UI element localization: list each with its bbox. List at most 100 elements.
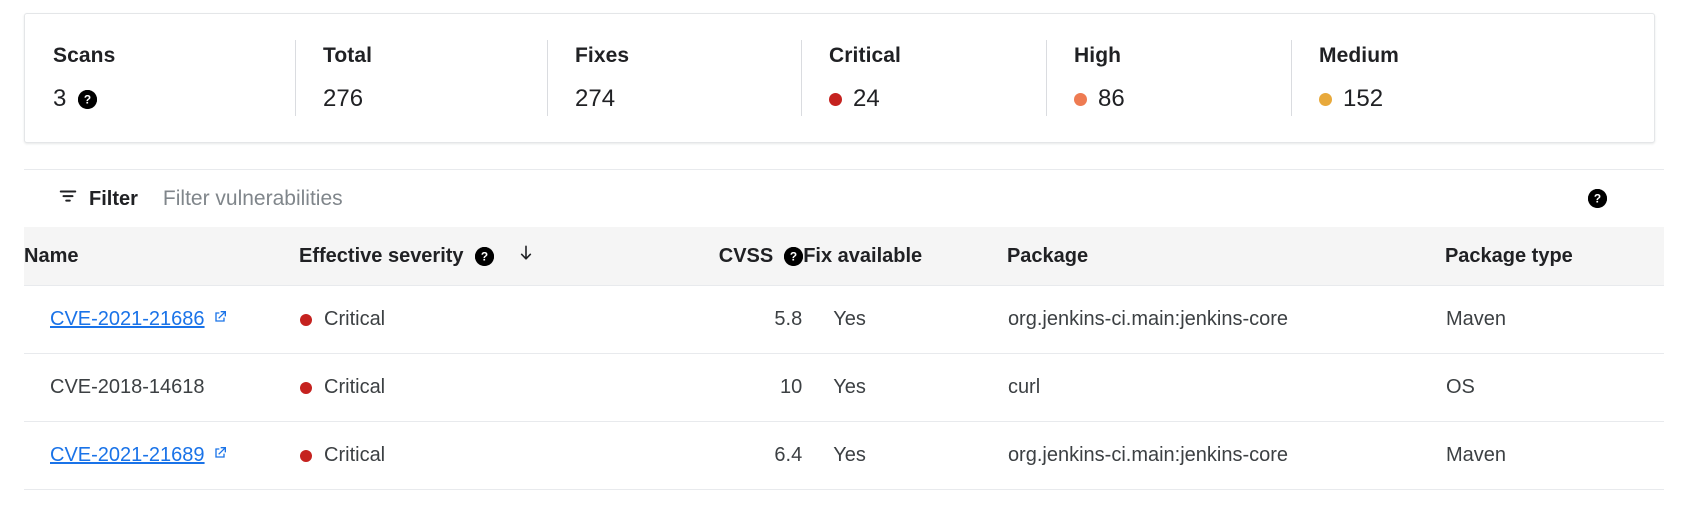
cve-link[interactable]: CVE-2021-21686 [50,308,228,331]
severity-label: Critical [324,376,386,398]
column-header-fix[interactable]: Fix available [803,227,1007,286]
svg-text:?: ? [480,249,487,263]
cell-severity: Critical [299,421,646,490]
cell-fix-available: Yes [803,421,1007,490]
svg-text:?: ? [790,249,797,263]
cell-package-type: OS [1444,353,1664,422]
summary-stat-value-row: 24 [829,87,1046,111]
column-header-label: Package [1006,244,1089,267]
column-header-severity[interactable]: Effective severity? [299,227,646,286]
cve-link[interactable]: CVE-2021-21689 [50,444,228,467]
column-header-package_type[interactable]: Package type [1444,227,1664,286]
help-icon[interactable]: ? [78,89,98,109]
sort-arrow-down-icon[interactable] [516,242,536,270]
filter-icon [57,185,79,212]
severity-badge: Critical [300,308,644,331]
severity-badge: Critical [300,444,644,467]
summary-stat-critical: Critical 24 [801,14,1046,142]
cell-fix-available: Yes [803,353,1007,422]
cell-severity: Critical [299,353,646,422]
cve-label: CVE-2018-14618 [50,376,205,398]
external-link-icon[interactable] [212,308,228,331]
summary-stat-scans: Scans 3? [25,14,295,142]
filter-bar: Filter ? [24,169,1664,227]
column-header-inner: Effective severity? [299,242,645,270]
column-header-inner: Fix available [803,245,1007,268]
severity-dot [1319,92,1332,106]
severity-label: Critical [324,308,386,330]
vulnerabilities-page: Scans 3? Total 276 Fixes 274 Critical 24 High 86 M… [0,0,1688,516]
summary-stat-value-row: 152 [1319,87,1561,111]
help-icon[interactable]: ? [784,246,804,266]
filter-button-label: Filter [89,187,138,210]
help-icon[interactable]: ? [1588,189,1607,208]
summary-stat-high: High 86 [1046,14,1291,142]
cell-cvss: 6.4 [645,421,804,490]
summary-stat-label: Scans [53,44,116,67]
summary-stat-value: 24 [853,85,880,112]
cell-name: CVE-2021-21686 [24,285,300,354]
severity-dot [1074,92,1087,106]
severity-dot [300,381,313,394]
severity-dot [829,92,842,106]
severity-label: Critical [324,444,386,466]
svg-text:?: ? [1594,192,1601,206]
summary-stat-label: Medium [1319,44,1399,67]
filter-input[interactable] [162,186,763,211]
column-header-inner: Package [1007,245,1445,268]
summary-stat-total: Total 276 [295,14,547,142]
table-row[interactable]: CVE-2021-21686 Critical 5.8 Yes org.jenkins-… [24,285,1664,354]
cell-cvss: 10 [645,353,804,422]
filter-button[interactable]: Filter [57,185,138,212]
cell-package: org.jenkins-ci.main:jenkins-core [1006,421,1445,490]
summary-stat-label: Fixes [575,44,630,67]
severity-badge: Critical [300,376,644,399]
column-header-inner: CVSS? [645,245,804,268]
table-body: CVE-2021-21686 Critical 5.8 Yes org.jenkins-… [24,285,1664,490]
cell-package-type: Maven [1444,285,1664,354]
cell-severity: Critical [299,285,646,354]
summary-stat-value-row: 276 [323,87,547,111]
summary-card: Scans 3? Total 276 Fixes 274 Critical 24 High 86 M… [24,13,1655,143]
cell-name: CVE-2018-14618 [24,353,300,422]
column-header-name[interactable]: Name [24,227,300,286]
cve-link-label: CVE-2021-21686 [50,308,205,330]
cell-cvss: 5.8 [645,285,804,354]
column-header-label: Package type [1444,244,1573,267]
table-header-row: Name Effective severity? CVSS? Fix availabl… [24,227,1664,286]
summary-stat-label: Total [323,44,373,67]
table-row[interactable]: CVE-2018-14618 Critical 10 Yes curl OS [24,353,1664,422]
summary-stat-value: 276 [323,85,364,112]
summary-stat-label: High [1074,44,1122,67]
summary-stat-fixes: Fixes 274 [547,14,801,142]
summary-stat-medium: Medium 152 [1291,14,1561,142]
cell-package: curl [1006,353,1445,422]
column-header-label: Fix available [803,244,923,267]
cell-package-type: Maven [1444,421,1664,490]
column-header-package[interactable]: Package [1006,227,1445,286]
severity-dot [300,449,313,462]
severity-dot [300,313,313,326]
column-header-cvss[interactable]: CVSS? [645,227,804,286]
svg-text:?: ? [84,92,91,106]
summary-stat-label: Critical [829,44,901,67]
summary-stat-value: 274 [575,85,616,112]
table-row[interactable]: CVE-2021-21689 Critical 6.4 Yes org.jenkins-… [24,421,1664,490]
summary-stat-value: 3 [53,85,67,112]
summary-stat-value: 152 [1343,85,1384,112]
table-header: Name Effective severity? CVSS? Fix availabl… [24,227,1664,286]
column-header-label: Effective severity [299,244,464,267]
cell-package: org.jenkins-ci.main:jenkins-core [1006,285,1445,354]
column-header-label: Name [24,244,79,267]
help-icon[interactable]: ? [474,246,494,266]
column-header-inner: Package type [1445,245,1664,268]
external-link-icon[interactable] [212,444,228,467]
summary-stat-value-row: 86 [1074,87,1291,111]
cell-fix-available: Yes [803,285,1007,354]
column-header-inner: Name [24,245,299,268]
summary-stat-value-row: 3? [53,87,295,111]
summary-stat-value: 86 [1098,85,1125,112]
summary-stat-value-row: 274 [575,87,801,111]
vulnerabilities-table: Name Effective severity? CVSS? Fix availabl… [24,227,1664,490]
cell-name: CVE-2021-21689 [24,421,300,490]
